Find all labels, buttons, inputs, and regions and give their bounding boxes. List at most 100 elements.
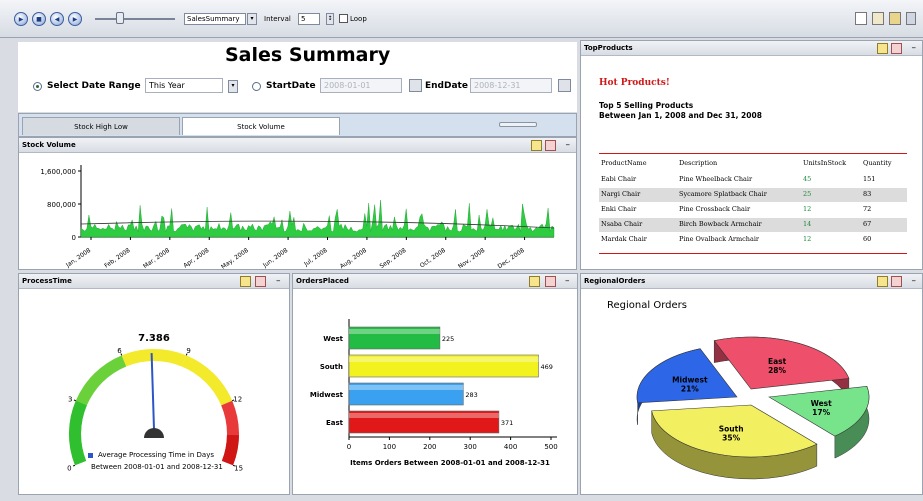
table-cell: 12 [803, 235, 812, 243]
table-row [599, 203, 907, 217]
x-tick-label: Mar, 2008 [142, 247, 171, 269]
date-range-select[interactable]: This Year [145, 78, 223, 93]
process-time-panel: ProcessTime – 0 3 6 9 12 15 7.386 Average Proc… [18, 273, 290, 495]
interval-spinner[interactable]: ↕ [326, 13, 334, 25]
table-cell: 45 [803, 175, 812, 183]
report-select[interactable]: SalesSummary [184, 13, 246, 25]
regional-orders-panel: RegionalOrders – Regional Orders East 28% W… [580, 273, 923, 495]
date-range-dropdown-icon[interactable]: ▾ [228, 80, 238, 93]
minimize-icon[interactable]: – [276, 274, 281, 288]
properties-icon[interactable] [240, 276, 251, 287]
start-date-input[interactable]: 2008-01-01 [320, 78, 402, 93]
export-icon[interactable] [891, 276, 902, 287]
gauge-hub [144, 428, 164, 438]
top-products-panel-title: TopProducts [581, 41, 922, 56]
export-icon[interactable] [545, 140, 556, 151]
properties-icon[interactable] [531, 140, 542, 151]
stock-volume-panel: Stock Volume – 0 800,000 1,600,000 Jan, 200… [18, 137, 577, 270]
orders-placed-panel: OrdersPlaced – West 225 South 469 Midwest 283… [292, 273, 578, 495]
minimize-icon[interactable]: – [565, 274, 570, 288]
bar-value-label: 469 [540, 363, 552, 371]
x-tick-label: Apr, 2008 [182, 247, 210, 269]
start-date-radio[interactable] [252, 82, 261, 91]
x-tick-label: Aug, 2008 [339, 247, 368, 269]
open-folder-icon[interactable] [889, 12, 901, 25]
export-icon[interactable] [255, 276, 266, 287]
step-forward-icon[interactable]: ▶ [68, 12, 82, 26]
export-icon[interactable] [891, 43, 902, 54]
tab-scroll-handle[interactable] [499, 122, 537, 127]
table-cell: Mardak Chair [601, 235, 647, 243]
col-header: UnitsInStock [803, 159, 847, 167]
step-back-icon[interactable]: ◀ [50, 12, 64, 26]
page-title: Sales Summary [225, 44, 391, 66]
start-calendar-icon[interactable] [409, 79, 422, 92]
minimize-icon[interactable]: – [912, 41, 917, 55]
y-tick-label: 800,000 [47, 201, 76, 209]
gauge-tick-label: 6 [117, 347, 122, 355]
properties-icon[interactable] [877, 43, 888, 54]
bar-highlight [349, 357, 539, 362]
interval-label: Interval [264, 15, 291, 23]
gauge-band-yellow [121, 349, 187, 367]
loop-checkbox[interactable] [339, 14, 348, 23]
select-date-range-label: Select Date Range [47, 81, 141, 91]
end-date-input[interactable]: 2008-12-31 [470, 78, 552, 93]
table-cell: 60 [863, 235, 872, 243]
x-tick-label: Sep, 2008 [379, 247, 408, 269]
x-tick-label: 500 [544, 443, 557, 451]
gauge-tick-label: 12 [233, 395, 242, 403]
bar-highlight [349, 329, 440, 334]
dashboard-root: ▶ ■ ◀ ▶ SalesSummary ▾ Interval 5 ↕ Loop… [0, 0, 923, 501]
playback-slider-thumb[interactable] [116, 12, 124, 24]
x-tick-label: Jan, 2008 [64, 247, 92, 269]
save-icon[interactable] [906, 12, 916, 25]
col-header: Description [679, 159, 718, 167]
table-cell: Pine Wheelback Chair [679, 175, 753, 183]
orders-bar-chart: West 225 South 469 Midwest 283 East 371 0 100 200 3… [310, 319, 558, 467]
y-tick-label: 1,600,000 [40, 168, 76, 176]
table-cell: Pine Ovalback Armchair [679, 235, 760, 243]
gauge-needle [150, 353, 155, 430]
tab-stock-volume[interactable]: Stock Volume [182, 117, 340, 135]
end-calendar-icon[interactable] [558, 79, 571, 92]
minimize-icon[interactable]: – [912, 274, 917, 288]
x-tick-label: 400 [504, 443, 517, 451]
category-label: East [326, 419, 344, 427]
minimize-icon[interactable]: – [566, 138, 571, 152]
table-cell: Eabi Chair [601, 175, 637, 183]
properties-icon[interactable] [877, 276, 888, 287]
new-document-icon[interactable] [855, 12, 867, 25]
interval-input[interactable]: 5 [298, 13, 320, 25]
regional-orders-panel-title: RegionalOrders [581, 274, 922, 289]
pie-title: Regional Orders [607, 300, 687, 311]
table-cell: 25 [803, 190, 812, 198]
toolbar: ▶ ■ ◀ ▶ SalesSummary ▾ Interval 5 ↕ Loop [0, 0, 923, 38]
play-icon[interactable]: ▶ [14, 12, 28, 26]
playback-slider-track[interactable] [95, 18, 175, 20]
report-dropdown-icon[interactable]: ▾ [247, 13, 257, 25]
stop-icon[interactable]: ■ [32, 12, 46, 26]
x-tick-label: May, 2008 [220, 247, 250, 269]
export-icon[interactable] [545, 276, 556, 287]
bar-value-label: 371 [501, 419, 513, 427]
table-cell: 151 [863, 175, 876, 183]
edit-icon[interactable] [872, 12, 884, 25]
table-bottom-rule [599, 253, 907, 254]
slice-label: West [811, 399, 833, 408]
hot-products-heading: Hot Products! [599, 78, 670, 88]
top-products-subtitle: Top 5 Selling Products [599, 101, 694, 110]
properties-icon[interactable] [529, 276, 540, 287]
x-tick-label: Jul, 2008 [302, 247, 329, 269]
slice-pct: 21% [681, 384, 699, 393]
stock-volume-chart: 0 800,000 1,600,000 Jan, 2008 Feb, 2008 Mar, … [40, 165, 555, 269]
legend-swatch [88, 453, 93, 458]
gauge-value-label: 7.386 [138, 333, 170, 344]
category-label: South [320, 363, 343, 371]
tab-stock-high-low[interactable]: Stock High Low [22, 117, 180, 135]
x-tick-label: 0 [347, 443, 351, 451]
table-cell: 83 [863, 190, 872, 198]
select-date-range-radio[interactable] [33, 82, 42, 91]
bar-highlight [349, 385, 464, 390]
col-header: ProductName [601, 159, 647, 167]
